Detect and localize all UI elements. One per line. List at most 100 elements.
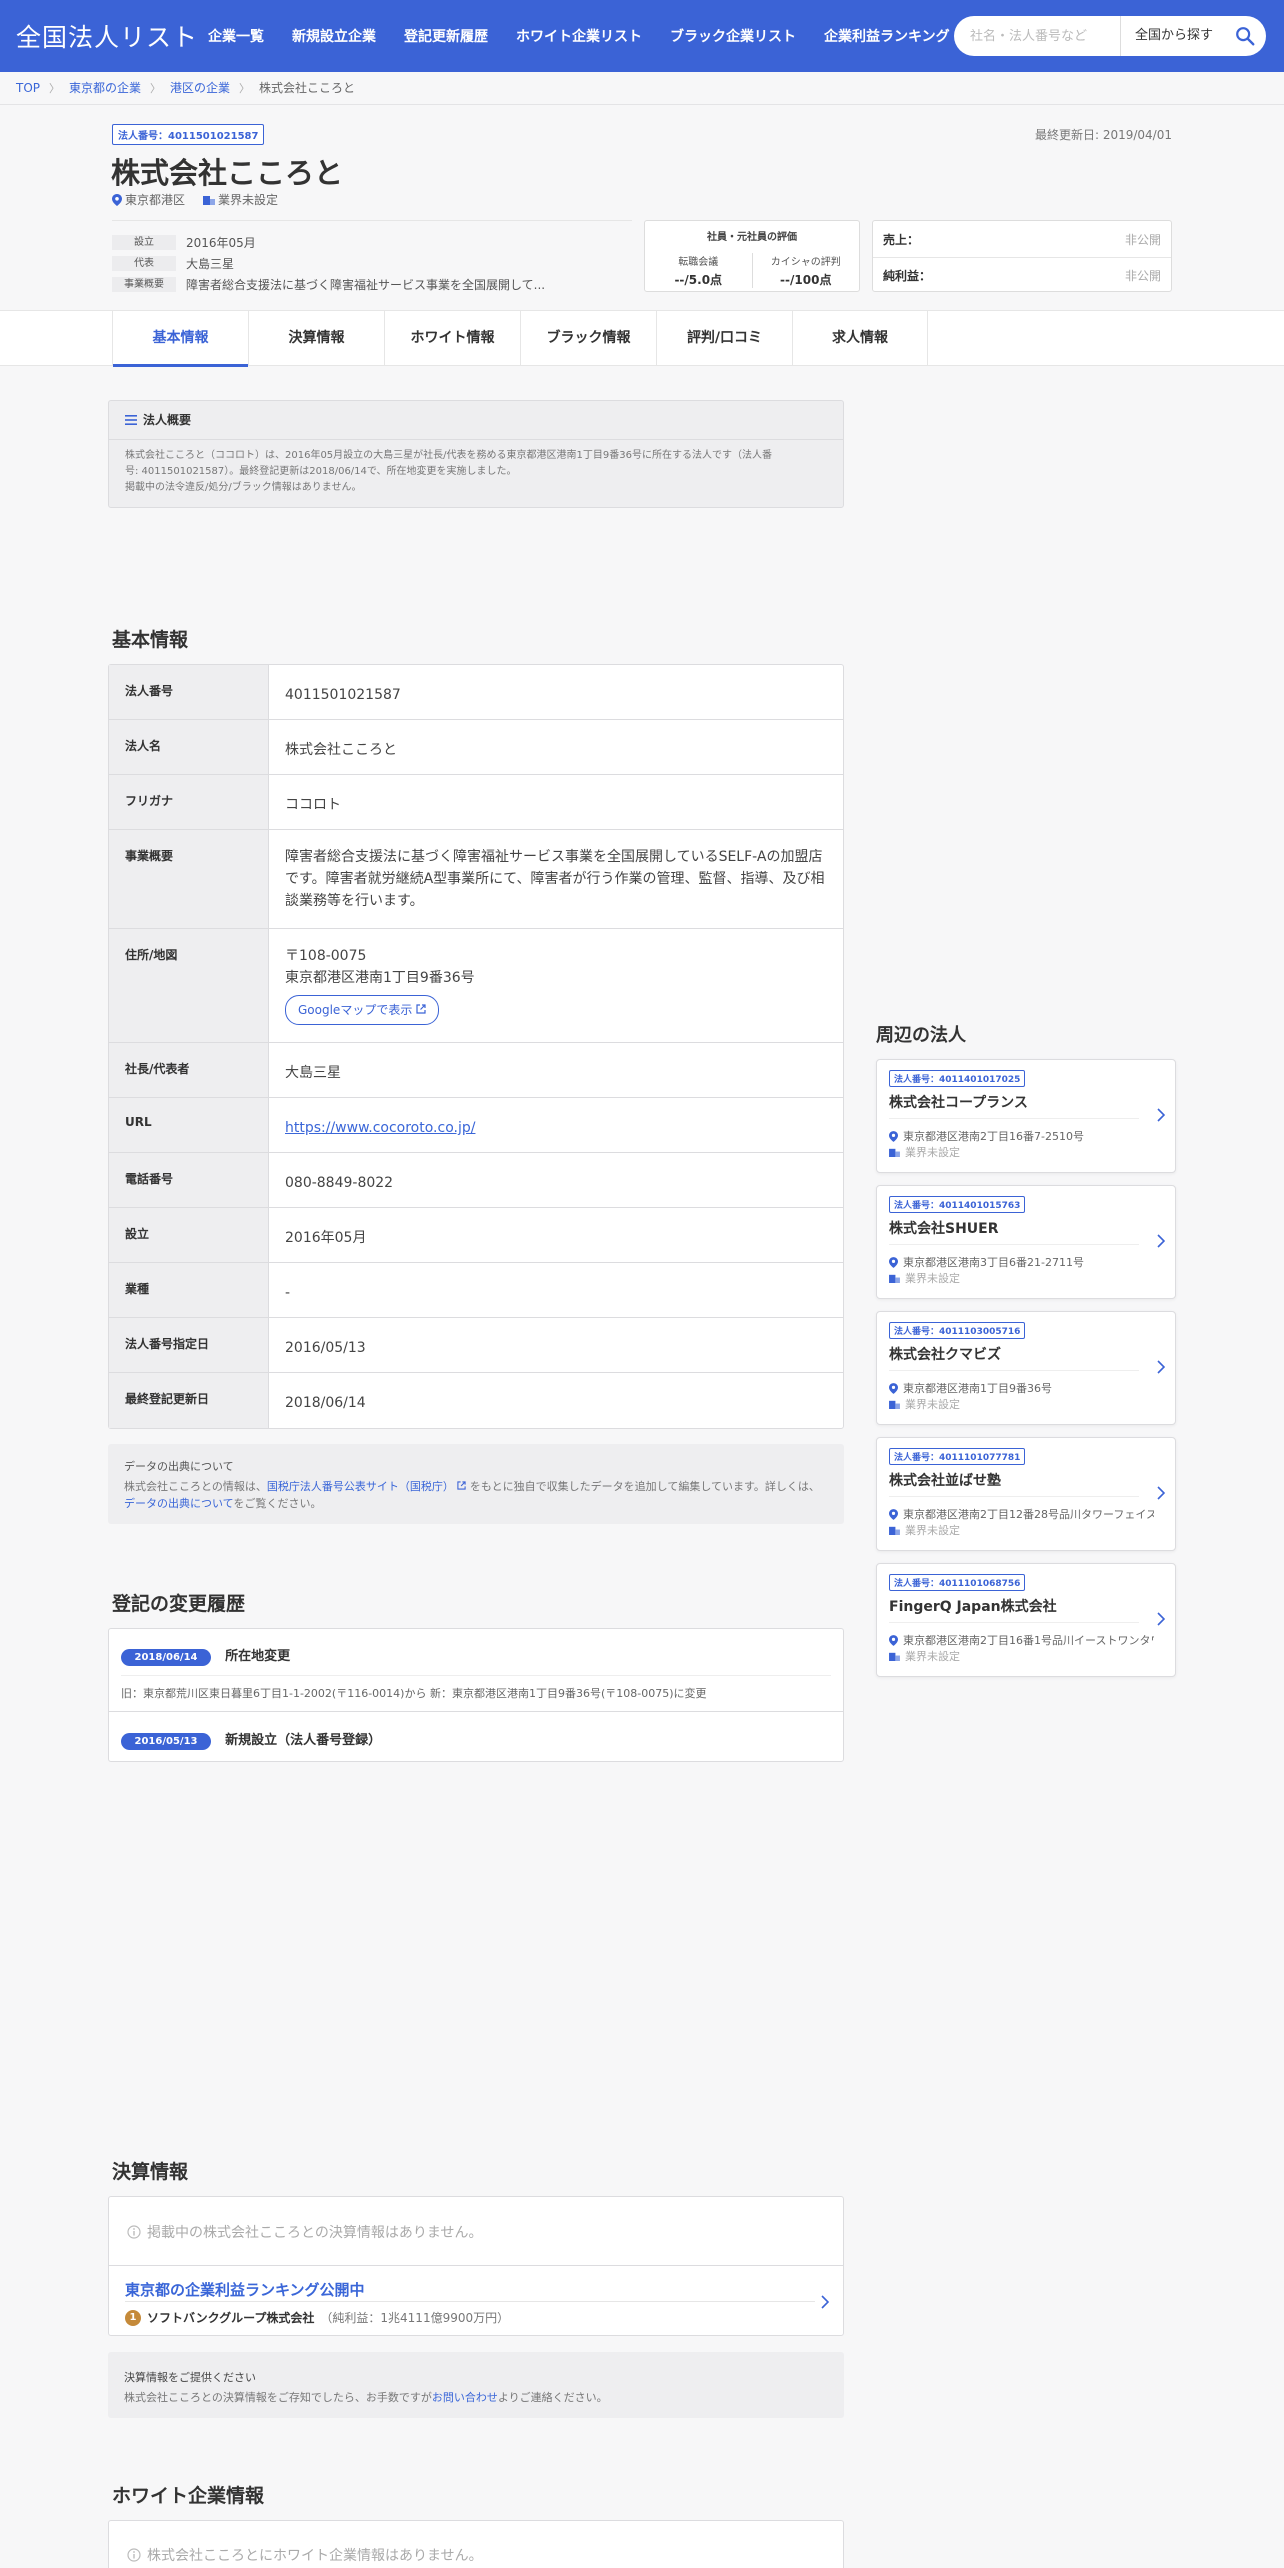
nearby-address-text: 東京都港区港南2丁目12番28号品川タワーフェイス (903, 1508, 1154, 1521)
source-text: をご覧ください。 (233, 1497, 322, 1510)
row-label: 法人名 (109, 720, 269, 774)
nearby-industry: 業界未設定 (889, 1648, 960, 1664)
company-url-link[interactable]: https://www.cocoroto.co.jp/ (285, 1120, 475, 1136)
nav-new-companies[interactable]: 新規設立企業 (292, 26, 376, 46)
building-icon (203, 196, 216, 205)
tab-financial[interactable]: 決算情報 (248, 310, 384, 366)
nearby-badge: 法人番号：4011401015763 (889, 1196, 1026, 1213)
page-title: 株式会社こころと (111, 156, 344, 190)
nearby-industry-text: 業界未設定 (905, 1398, 960, 1411)
row-label: 社長/代表者 (109, 1043, 269, 1097)
fact-business: 事業概要 障害者総合支援法に基づく障害福祉サービス事業を全国展開して... (112, 276, 545, 293)
tab-reviews[interactable]: 評判/口コミ (656, 310, 792, 366)
row-label: 住所/地図 (109, 929, 269, 1042)
nav-registry-history[interactable]: 登記更新履歴 (404, 26, 488, 46)
nearby-address: 東京都港区港南2丁目12番28号品川タワーフェイス (889, 1506, 1154, 1522)
nav-company-list[interactable]: 企業一覧 (208, 26, 264, 46)
divider (112, 220, 632, 221)
breadcrumb-current: 株式会社こころと (259, 81, 356, 95)
finance-note-title: 決算情報をご提供ください (124, 2371, 256, 2384)
business-line: 談業務等を行います。 (285, 893, 424, 909)
nearby-card[interactable]: 法人番号：4011101068756 FingerQ Japan株式会社 東京都… (876, 1563, 1176, 1677)
tab-basic-info[interactable]: 基本情報 (112, 310, 248, 367)
evaluation-kaisha[interactable]: カイシャの評判 --/100点 (751, 253, 860, 288)
sales-value: 非公開 (1124, 232, 1161, 247)
search-icon[interactable] (1234, 25, 1256, 47)
sales-label: 売上： (883, 232, 920, 247)
evaluation-label: 転職会議 (678, 257, 719, 268)
external-link-icon (457, 1481, 467, 1490)
building-icon (889, 1400, 900, 1409)
data-source-link[interactable]: データの出典について (124, 1497, 233, 1510)
google-map-button[interactable]: Googleマップで表示 (285, 995, 440, 1025)
overview-title: 法人概要 (143, 413, 192, 427)
company-industry: 業界未設定 (218, 193, 279, 207)
ranking-link[interactable]: 東京都の企業利益ランキング公開中 (125, 2279, 365, 2300)
white-title: ホワイト企業情報 (112, 2485, 265, 2507)
tab-black[interactable]: ブラック情報 (520, 310, 656, 366)
row-value: 株式会社こころと (285, 742, 397, 758)
net-profit-row: 純利益： 非公開 (873, 257, 1171, 293)
nearby-card[interactable]: 法人番号：4011401017025 株式会社コープランス 東京都港区港南2丁目… (876, 1059, 1176, 1173)
row-label: フリガナ (109, 775, 269, 829)
nearby-badge: 法人番号：4011103005716 (889, 1322, 1026, 1339)
company-meta: 東京都港区 業界未設定 (112, 191, 278, 208)
nta-site-link[interactable]: 国税庁法人番号公表サイト（国税庁） (267, 1480, 454, 1493)
chevron-right-icon (1157, 1360, 1165, 1374)
info-icon (127, 2548, 141, 2562)
nearby-industry-text: 業界未設定 (905, 1146, 960, 1159)
finance-note-text: よりご連絡ください。 (497, 2391, 608, 2404)
tab-white[interactable]: ホワイト情報 (384, 310, 520, 366)
row-value: 〒108-0075 東京都港区港南1丁目9番36号 Googleマップで表示 (269, 929, 843, 1042)
last-updated: 最終更新日: 2019/04/01 (1034, 128, 1172, 142)
search-input[interactable] (970, 28, 1120, 44)
nav-black-list[interactable]: ブラック企業リスト (670, 26, 796, 46)
region-select[interactable]: 全国から探す (1120, 16, 1232, 56)
nearby-card[interactable]: 法人番号：4011401015763 株式会社SHUER 東京都港区港南3丁目6… (876, 1185, 1176, 1299)
row-label: 最終登記更新日 (109, 1373, 269, 1428)
breadcrumb-top[interactable]: TOP (16, 81, 40, 95)
history-date: 2018/06/14 (121, 1649, 211, 1666)
location-pin-icon (889, 1130, 898, 1142)
history-title: 登記の変更履歴 (112, 1593, 246, 1615)
ranking-top-item[interactable]: 1 ソフトバンクグループ株式会社 （純利益：1兆4111億9900万円） (125, 2309, 509, 2326)
evaluation-tenshoku[interactable]: 転職会議 --/5.0点 (645, 253, 752, 288)
row-value: - (285, 1285, 291, 1301)
nearby-card[interactable]: 法人番号：4011103005716 株式会社クマビズ 東京都港区港南1丁目9番… (876, 1311, 1176, 1425)
table-row: 住所/地図 〒108-0075 東京都港区港南1丁目9番36号 Googleマッ… (109, 929, 843, 1043)
row-label: 法人番号 (109, 665, 269, 719)
nav-profit-ranking[interactable]: 企業利益ランキング (824, 26, 950, 46)
breadcrumb-tokyo[interactable]: 東京都の企業 (69, 79, 141, 96)
financial-summary: 売上： 非公開 純利益： 非公開 (872, 220, 1172, 292)
nearby-industry: 業界未設定 (889, 1270, 960, 1286)
row-value: 大島三星 (285, 1065, 341, 1081)
nav-white-list[interactable]: ホワイト企業リスト (516, 26, 642, 46)
row-label: URL (109, 1098, 269, 1152)
finance-title: 決算情報 (112, 2161, 189, 2183)
google-map-button-label: Googleマップで表示 (298, 1003, 413, 1017)
business-line: 障害者総合支援法に基づく障害福祉サービス事業を全国展開しているSELF-Aの加盟… (285, 849, 823, 865)
breadcrumb-separator-icon: 〉 (150, 81, 162, 95)
nearby-title: 周辺の法人 (876, 1025, 966, 1046)
building-icon (889, 1526, 900, 1535)
nearby-address: 東京都港区港南1丁目9番36号 (889, 1380, 1154, 1396)
white-empty: 株式会社こころとにホワイト企業情報はありません。 (127, 2545, 483, 2565)
location-pin-icon (889, 1634, 898, 1646)
site-logo[interactable]: 全国法人リスト (16, 18, 198, 54)
finance-empty: 掲載中の株式会社こころとの決算情報はありません。 (127, 2222, 482, 2242)
row-value: 4011501021587 (285, 687, 401, 703)
search-bar: 全国から探す (954, 16, 1266, 56)
row-value: ココロト (285, 797, 341, 813)
chevron-right-icon[interactable] (821, 2295, 829, 2309)
overview-line: 掲載中の法令違反/処分/ブラック情報はありません。 (125, 482, 362, 493)
tab-jobs[interactable]: 求人情報 (792, 310, 928, 366)
breadcrumb-minato[interactable]: 港区の企業 (170, 79, 230, 96)
contact-link[interactable]: お問い合わせ (432, 2391, 498, 2404)
row-value: 080-8849-8022 (285, 1175, 394, 1191)
fact-established: 設立 2016年05月 (112, 234, 256, 251)
nearby-industry-text: 業界未設定 (905, 1650, 960, 1663)
external-link-icon (416, 1004, 426, 1014)
data-source-note: データの出典について 株式会社こころとの情報は、国税庁法人番号公表サイト（国税庁… (108, 1444, 844, 1524)
chevron-right-icon (1157, 1612, 1165, 1626)
nearby-card[interactable]: 法人番号：4011101077781 株式会社並ばせ塾 東京都港区港南2丁目12… (876, 1437, 1176, 1551)
